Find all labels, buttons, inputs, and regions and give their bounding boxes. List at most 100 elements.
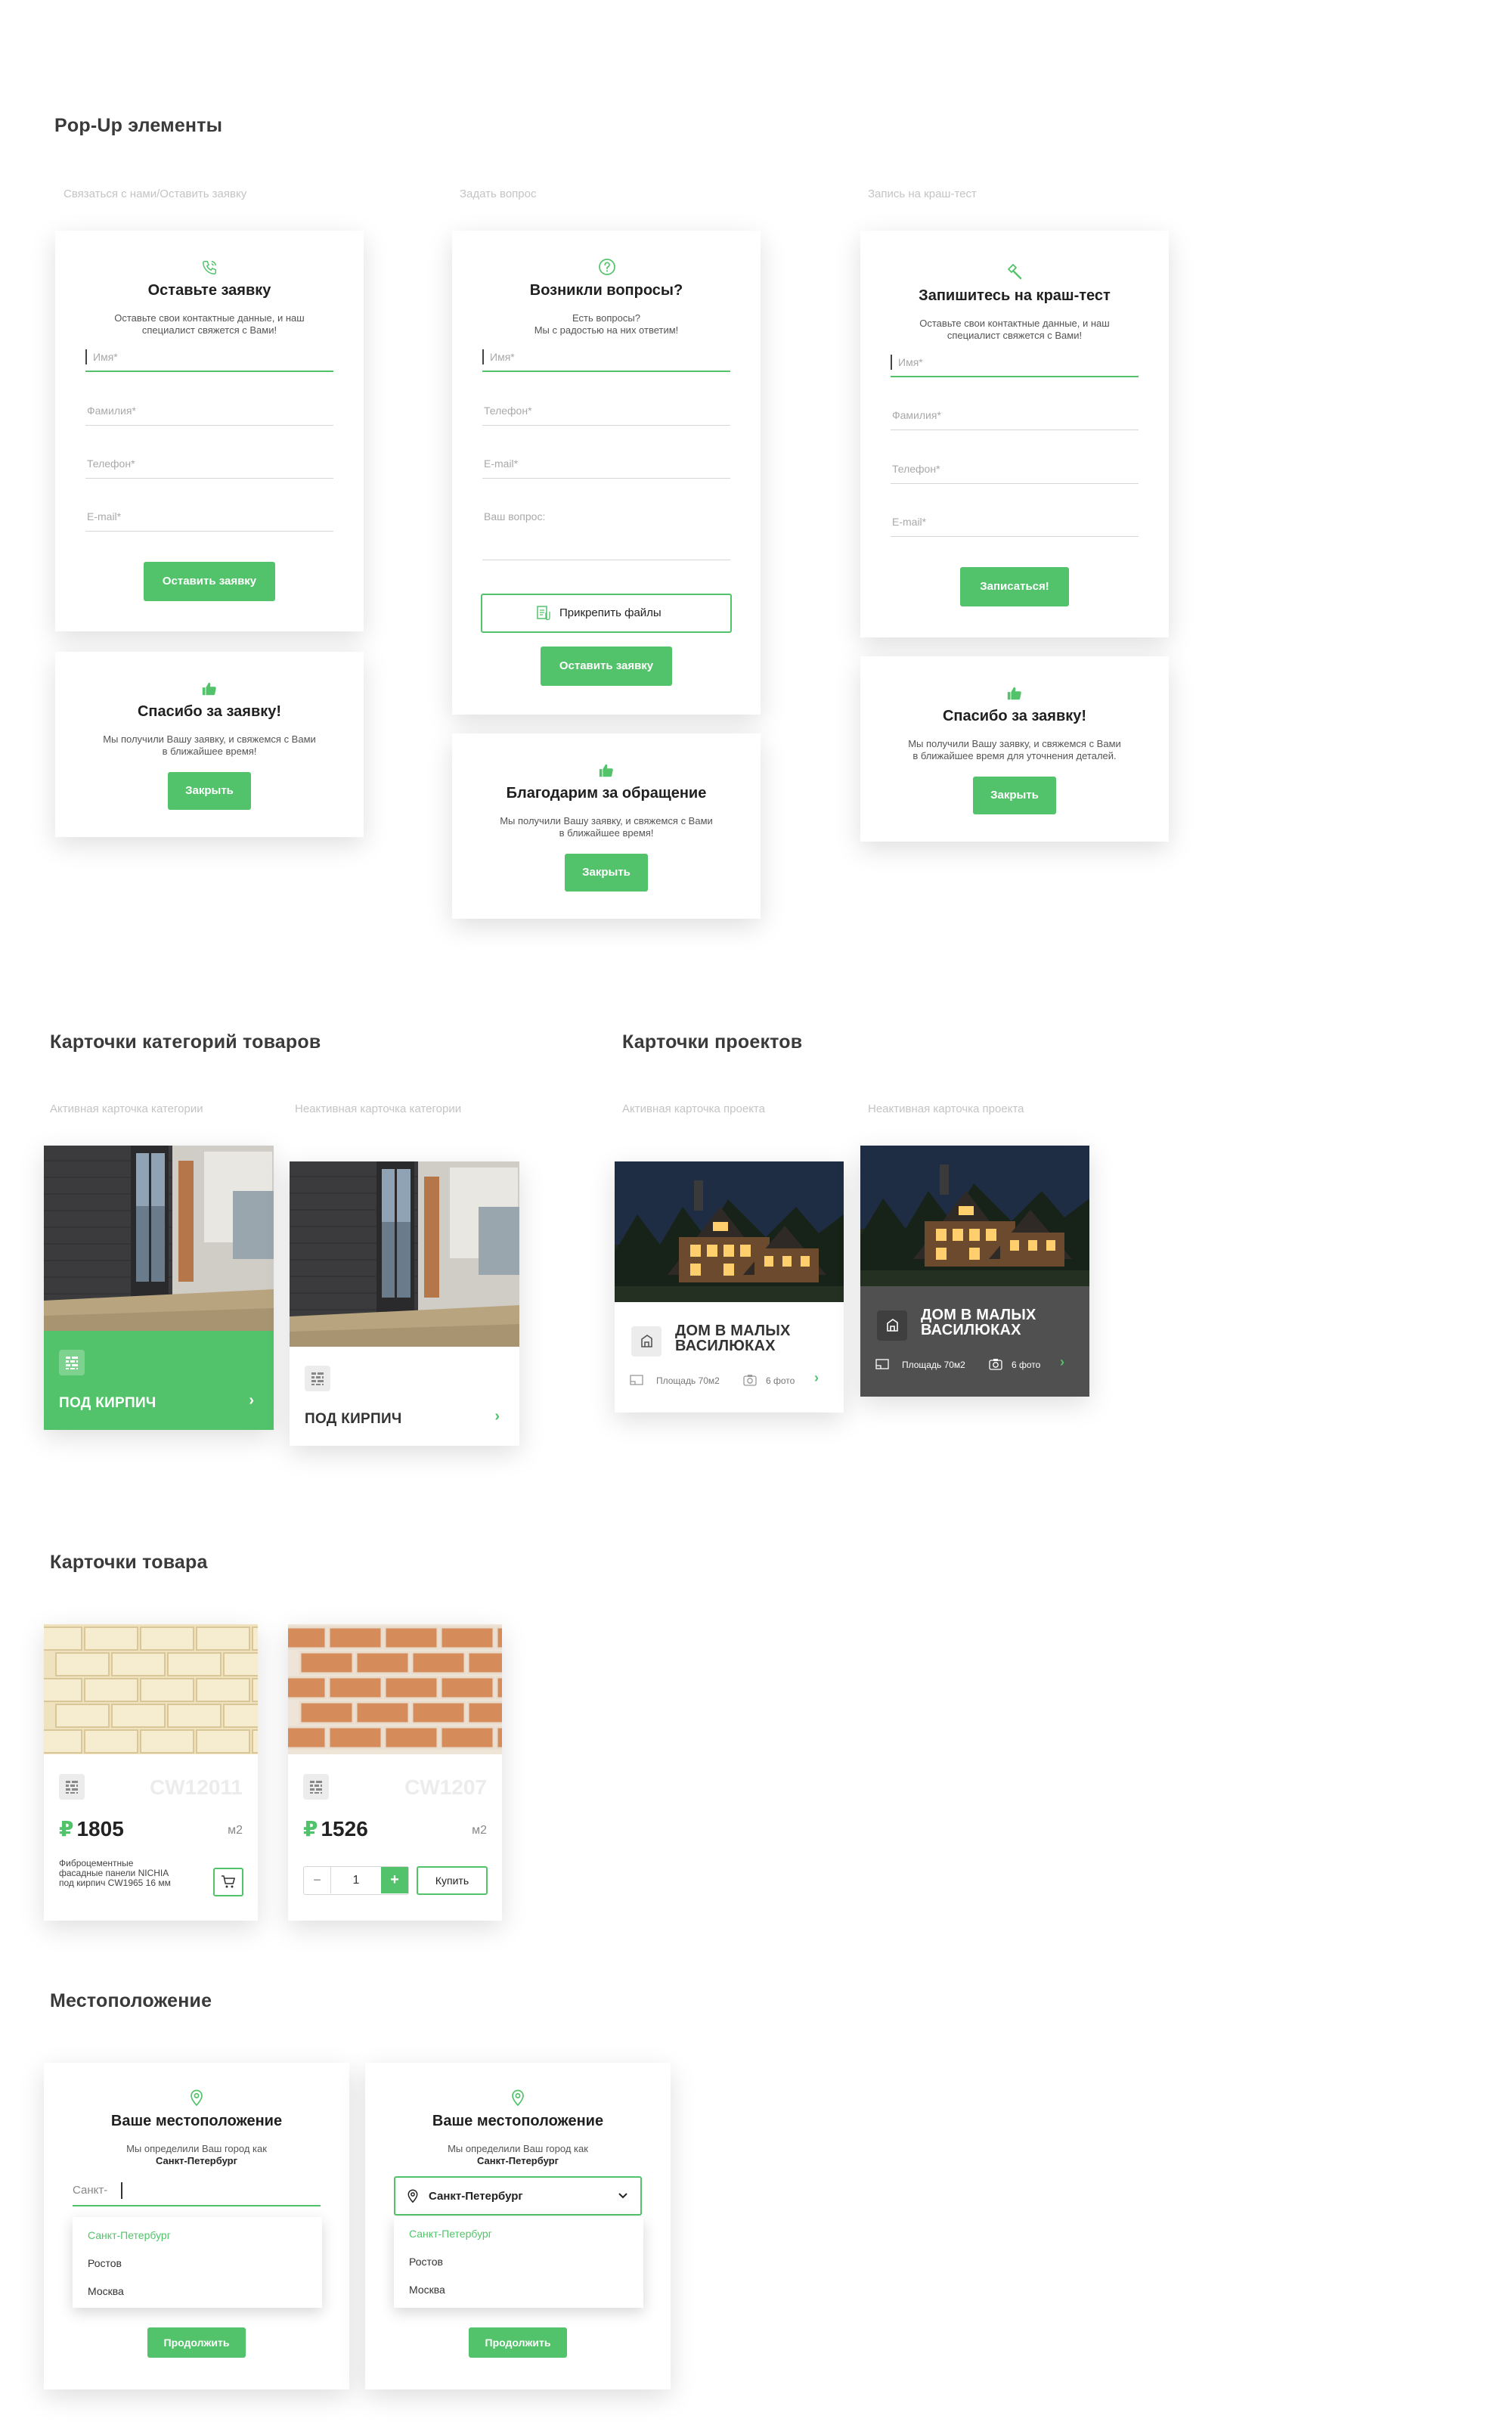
categories-section-title: Карточки категорий товаров — [50, 1031, 321, 1053]
quantity-input[interactable]: 1 — [331, 1867, 381, 1893]
location-popup: Ваше местоположение Мы определили Ваш го… — [365, 2063, 671, 2389]
attach-files-button[interactable]: Прикрепить файлы — [481, 594, 732, 633]
city-option[interactable]: Москва — [88, 2285, 124, 2297]
thanks-popup: Спасибо за заявку! Мы получили Вашу заяв… — [55, 652, 364, 837]
popup-subtitle-2: специалист свяжется с Вами! — [947, 330, 1083, 341]
brick-pattern-icon — [305, 1366, 330, 1391]
product-description: Фиброцементные фасадные панели NICHIA по… — [59, 1858, 171, 1888]
caption-active-project: Активная карточка проекта — [622, 1102, 765, 1115]
brick-pattern-icon — [59, 1774, 85, 1800]
continue-button[interactable]: Продолжить — [147, 2327, 246, 2358]
product-unit: м2 — [472, 1824, 487, 1837]
phone-field[interactable]: Телефон* — [482, 403, 730, 426]
category-image — [44, 1146, 274, 1331]
submit-question-button[interactable]: Оставить заявку — [541, 647, 672, 686]
popup-title: Возникли вопросы? — [529, 282, 683, 299]
caption-inactive-category: Неактивная карточка категории — [295, 1102, 462, 1115]
submit-request-button[interactable]: Оставить заявку — [144, 562, 275, 601]
project-icon — [631, 1326, 662, 1357]
project-image — [860, 1146, 1089, 1286]
first-name-field[interactable]: Имя* — [85, 349, 333, 372]
attach-files-label: Прикрепить файлы — [559, 606, 662, 619]
email-field[interactable]: E-mail* — [891, 514, 1139, 537]
detected-city: Санкт-Петербург — [476, 2155, 559, 2166]
quantity-stepper: − 1 + — [303, 1866, 409, 1895]
area-icon — [875, 1359, 889, 1369]
popup-title: Запишитесь на краш-тест — [919, 287, 1111, 304]
projects-section-title: Карточки проектов — [622, 1031, 803, 1053]
add-to-cart-button[interactable] — [213, 1868, 243, 1896]
city-dropdown: Санкт-Петербург Ростов Москва — [394, 2217, 643, 2308]
location-section-title: Местоположение — [50, 1990, 212, 2011]
paperclip-icon — [537, 606, 550, 621]
project-icon — [877, 1310, 907, 1341]
location-pin-icon — [407, 2189, 418, 2203]
question-popup: Возникли вопросы? Есть вопросы? Мы с рад… — [452, 231, 761, 715]
cart-icon — [222, 1875, 235, 1888]
crash-test-popup: Запишитесь на краш-тест Оставьте свои ко… — [860, 231, 1169, 637]
category-card-active[interactable]: ПОД КИРПИЧ › — [44, 1146, 274, 1430]
project-image — [615, 1161, 844, 1302]
category-footer — [44, 1331, 274, 1430]
city-select-value: Санкт-Петербург — [429, 2190, 523, 2203]
city-option[interactable]: Ростов — [88, 2257, 122, 2269]
popup-subtitle-1: Есть вопросы? — [572, 312, 640, 324]
name-field[interactable]: Имя* — [482, 349, 730, 372]
thanks-text-2: в ближайшее время для уточнения деталей. — [912, 750, 1117, 761]
location-text: Мы определили Ваш город как — [126, 2143, 267, 2154]
project-title-line-1: ДОМ В МАЛЫХ — [921, 1307, 1036, 1323]
city-select[interactable]: Санкт-Петербург — [394, 2176, 642, 2216]
product-image — [288, 1624, 502, 1754]
project-title-line-2: ВАСИЛЮКАХ — [921, 1322, 1021, 1338]
buy-button[interactable]: Купить — [417, 1866, 488, 1895]
city-search-input[interactable]: Санкт- — [73, 2176, 321, 2206]
thumbs-up-icon — [599, 764, 613, 777]
phone-field[interactable]: Телефон* — [85, 456, 333, 479]
thanks-title: Спасибо за заявку! — [137, 703, 282, 720]
thanks-appeal-popup: Благодарим за обращение Мы получили Вашу… — [452, 733, 761, 919]
project-card-active[interactable]: ДОМ В МАЛЫХ ВАСИЛЮКАХ Площадь 70м2 6 фот… — [615, 1161, 844, 1413]
product-card[interactable]: CW1207 ₽1526 м2 − 1 + Купить — [288, 1624, 502, 1921]
category-card-inactive[interactable]: ПОД КИРПИЧ › — [290, 1161, 519, 1446]
camera-icon — [743, 1375, 757, 1386]
popup-title: Оставьте заявку — [147, 282, 271, 299]
product-sku: CW12011 — [150, 1775, 243, 1799]
city-option[interactable]: Москва — [409, 2284, 445, 2296]
last-name-field[interactable]: Фамилия* — [891, 408, 1139, 430]
city-option[interactable]: Санкт-Петербург — [88, 2229, 171, 2241]
city-dropdown: Санкт-Петербург Ростов Москва — [73, 2217, 322, 2308]
last-name-field[interactable]: Фамилия* — [85, 403, 333, 426]
email-field[interactable]: E-mail* — [482, 456, 730, 479]
project-photos: 6 фото — [766, 1375, 795, 1386]
continue-button[interactable]: Продолжить — [469, 2327, 567, 2358]
project-card-inactive[interactable]: ДОМ В МАЛЫХ ВАСИЛЮКАХ Площадь 70м2 6 фот… — [860, 1146, 1089, 1397]
quantity-minus-button[interactable]: − — [304, 1867, 331, 1893]
location-text: Мы определили Ваш город как — [448, 2143, 588, 2154]
thumbs-up-icon — [202, 682, 216, 696]
question-icon — [599, 259, 615, 275]
city-option[interactable]: Санкт-Петербург — [409, 2228, 492, 2240]
sign-up-button[interactable]: Записаться! — [960, 567, 1069, 606]
phone-field[interactable]: Телефон* — [891, 461, 1139, 484]
category-image — [290, 1161, 519, 1347]
close-button[interactable]: Закрыть — [565, 854, 648, 892]
product-image — [44, 1624, 258, 1754]
project-area: Площадь 70м2 — [902, 1360, 965, 1370]
popup-subtitle-1: Оставьте свои контактные данные, и наш — [114, 312, 305, 324]
location-popup: Ваше местоположение Мы определили Ваш го… — [44, 2063, 349, 2389]
chevron-right-icon: › — [249, 1392, 254, 1409]
close-button[interactable]: Закрыть — [973, 777, 1056, 814]
thanks-title: Спасибо за заявку! — [942, 708, 1087, 724]
chevron-right-icon: › — [494, 1408, 500, 1425]
first-name-field[interactable]: Имя* — [891, 355, 1139, 377]
question-textarea[interactable]: Ваш вопрос: — [482, 509, 730, 560]
quantity-plus-button[interactable]: + — [381, 1867, 408, 1893]
popup-subtitle-1: Оставьте свои контактные данные, и наш — [919, 318, 1110, 329]
close-button[interactable]: Закрыть — [168, 772, 251, 810]
thumbs-up-icon — [1007, 687, 1021, 700]
email-field[interactable]: E-mail* — [85, 509, 333, 532]
product-card[interactable]: CW12011 ₽1805 м2 Фиброцементные фасадные… — [44, 1624, 258, 1921]
product-price: ₽1805 — [59, 1817, 124, 1840]
city-option[interactable]: Ростов — [409, 2256, 443, 2268]
product-unit: м2 — [228, 1824, 243, 1837]
